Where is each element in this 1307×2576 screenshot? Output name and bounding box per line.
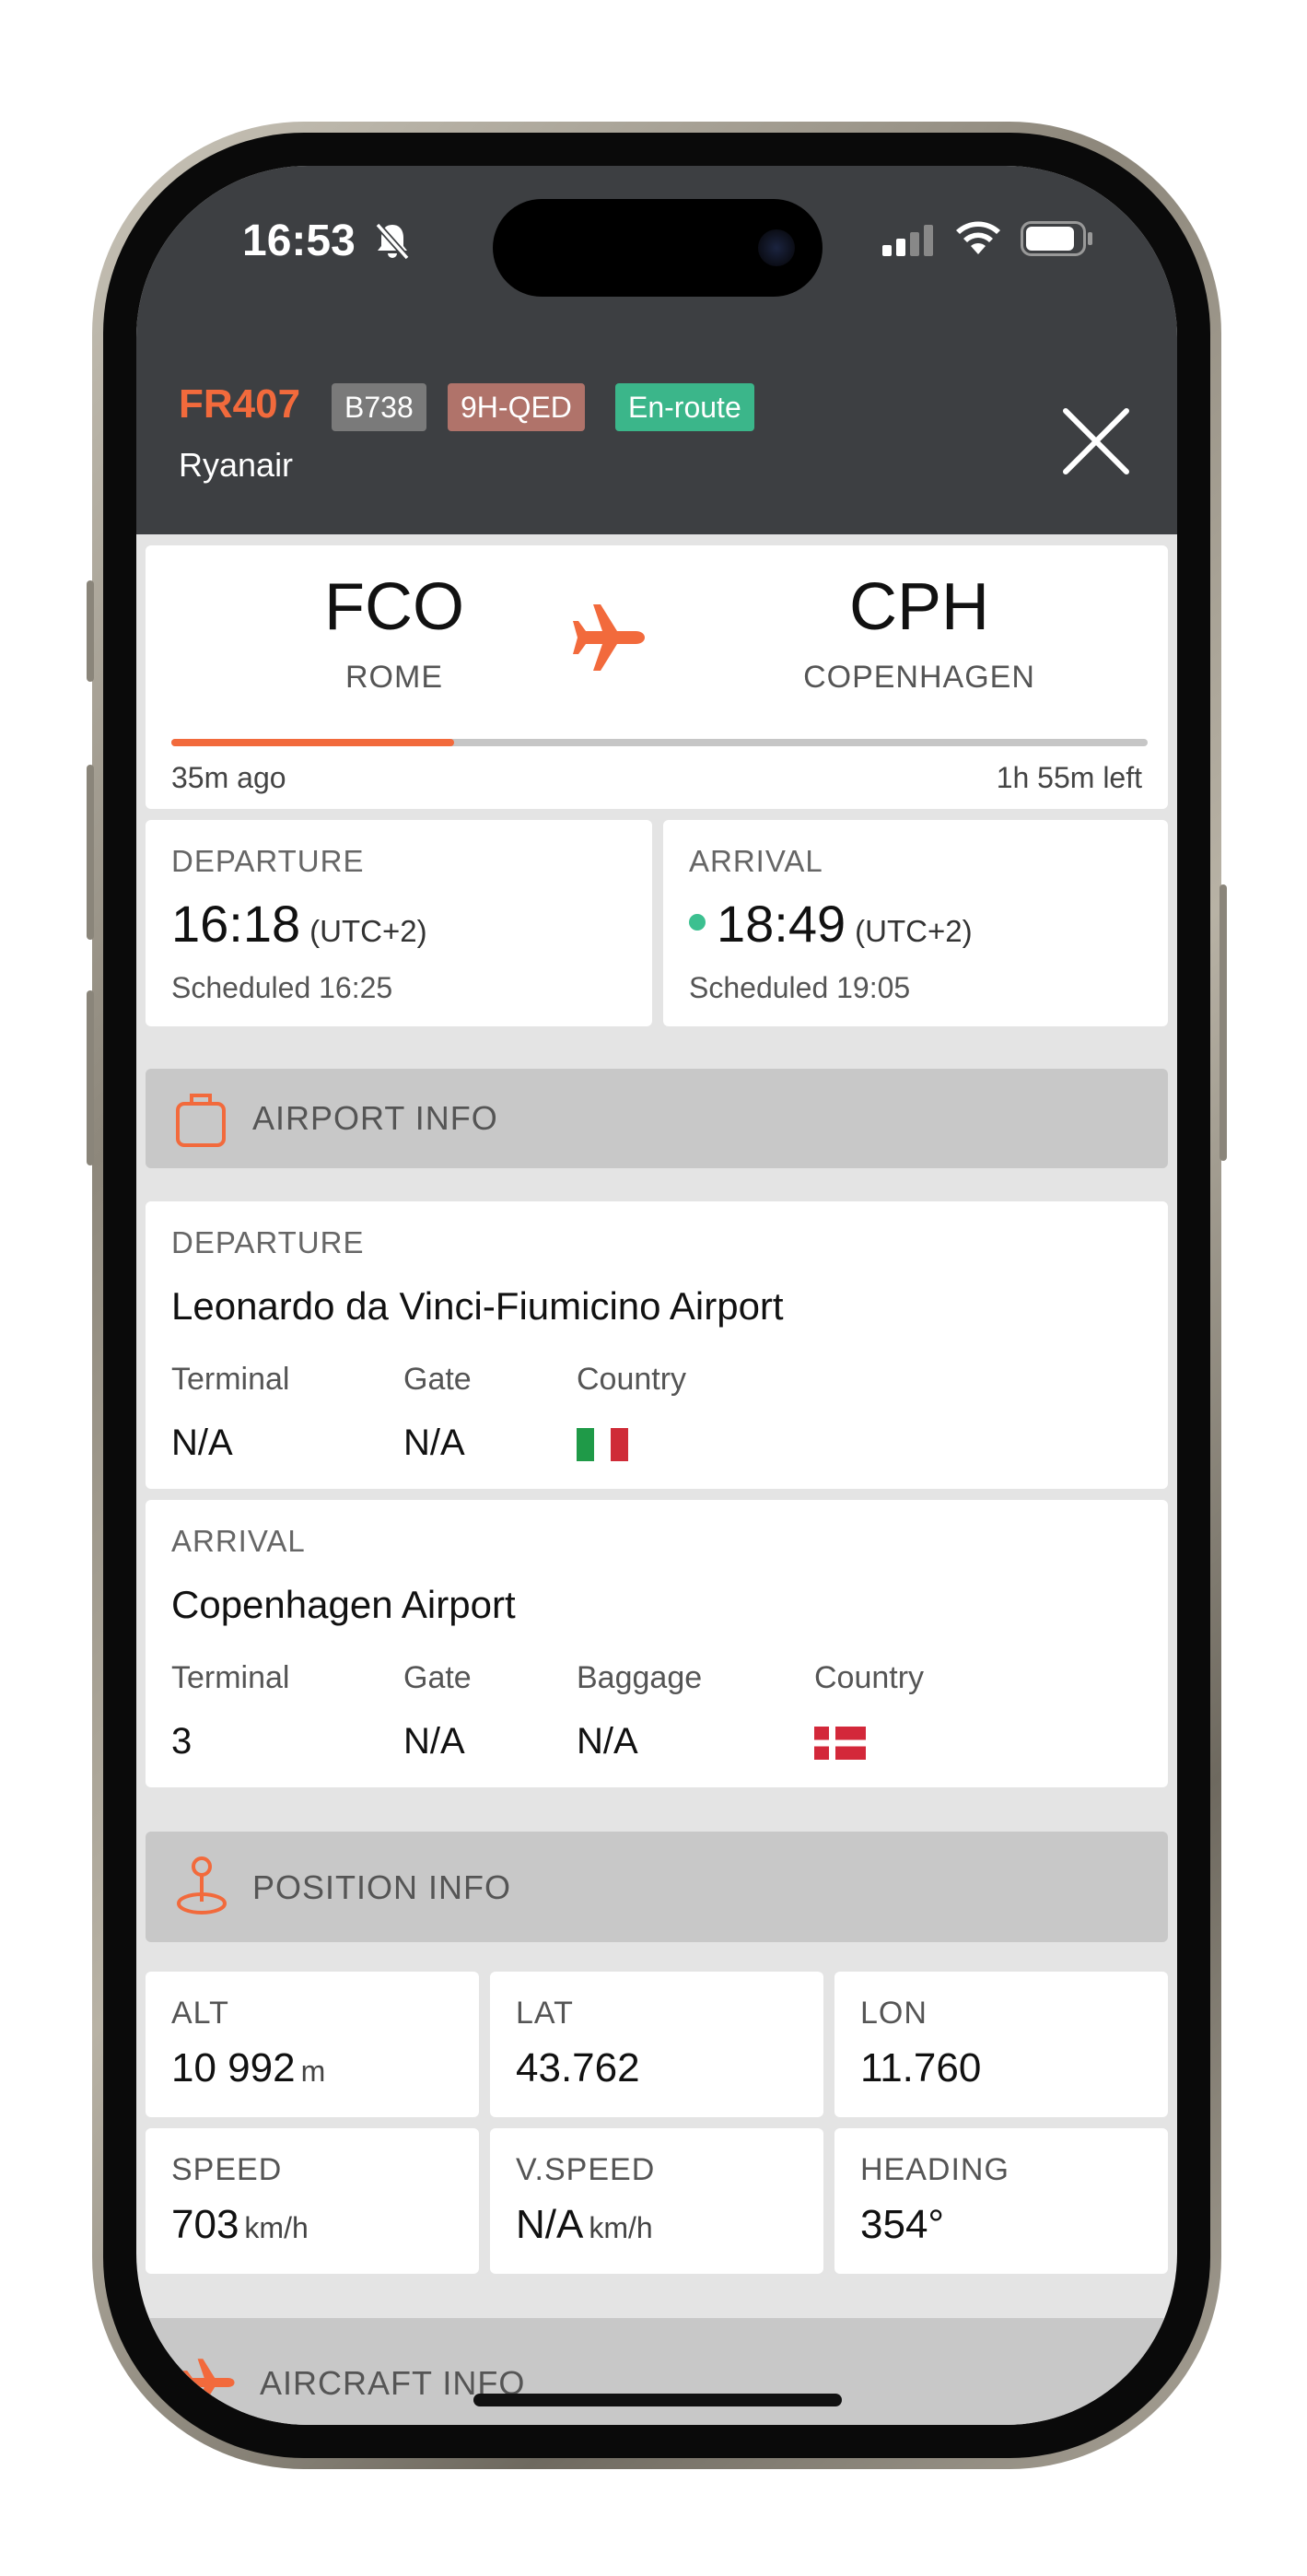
departure-time-card: DEPARTURE 16:18 (UTC+2) Scheduled 16:25 (146, 820, 652, 1026)
screen: 16:53 FR407 B738 9H-QED En-route Ryanair… (136, 166, 1177, 2425)
flight-progress-bar (171, 739, 1148, 746)
arrival-gate: N/A (403, 1721, 465, 1762)
speed-label: SPEED (171, 2152, 283, 2187)
airplane-icon (182, 2359, 235, 2406)
heading-value: 354° (860, 2202, 945, 2247)
departure-airport-label: DEPARTURE (171, 1225, 365, 1259)
flight-progress-fill (171, 739, 455, 746)
arrival-utc: (UTC+2) (855, 914, 973, 948)
power-button (1219, 884, 1227, 1161)
origin-code: FCO (324, 570, 464, 644)
wifi-icon (956, 221, 1000, 254)
close-icon[interactable] (1062, 407, 1130, 475)
aircraft-info-header[interactable]: AIRCRAFT INFO (146, 2318, 1168, 2425)
heading-card: HEADING 354° (834, 2128, 1168, 2274)
arrival-baggage-label: Baggage (577, 1660, 703, 1695)
destination-city: COPENHAGEN (803, 660, 1035, 695)
origin-city: ROME (345, 660, 443, 695)
arrival-country-label: Country (814, 1660, 925, 1695)
departure-gate: N/A (403, 1423, 465, 1463)
cellular-signal-icon (882, 225, 933, 256)
altitude-value: 10 992 m (171, 2045, 325, 2091)
status-time: 16:53 (242, 217, 356, 265)
airport-info-header[interactable]: AIRPORT INFO (146, 1069, 1168, 1168)
arrival-airport-label: ARRIVAL (171, 1524, 306, 1558)
aircraft-type-badge: B738 (332, 383, 426, 431)
status-badge: En-route (615, 383, 754, 431)
arrival-airport-card: ARRIVAL Copenhagen Airport Terminal 3 Ga… (146, 1500, 1168, 1787)
location-pin-icon (177, 1856, 227, 1914)
departure-label: DEPARTURE (171, 844, 365, 878)
route-card: FCO ROME CPH COPENHAGEN 35m ago 1h 55m l… (146, 545, 1168, 809)
elapsed-time: 35m ago (171, 761, 286, 794)
departure-time: 16:18 (UTC+2) (171, 894, 427, 954)
vertical-speed-unit: km/h (589, 2211, 653, 2244)
status-bar: 16:53 (136, 166, 1177, 350)
vertical-speed-card: V.SPEED N/A km/h (490, 2128, 823, 2274)
speed-unit: km/h (244, 2211, 309, 2244)
speed-value: 703 km/h (171, 2202, 309, 2248)
altitude-card: ALT 10 992 m (146, 1972, 479, 2117)
remaining-time: 1h 55m left (996, 761, 1142, 794)
flight-header: FR407 B738 9H-QED En-route Ryanair (136, 350, 1177, 534)
arrival-gate-label: Gate (403, 1660, 472, 1695)
arrival-baggage: N/A (577, 1721, 638, 1762)
speed-card: SPEED 703 km/h (146, 2128, 479, 2274)
departure-scheduled: Scheduled 16:25 (171, 971, 393, 1004)
latitude-card: LAT 43.762 (490, 1972, 823, 2117)
vertical-speed-number: N/A (516, 2202, 584, 2247)
position-info-title: POSITION INFO (252, 1868, 512, 1906)
arrival-scheduled: Scheduled 19:05 (689, 971, 911, 1004)
altitude-unit: m (300, 2055, 326, 2088)
arrival-airport-name: Copenhagen Airport (171, 1583, 516, 1626)
plane-icon (573, 604, 645, 671)
home-indicator[interactable] (473, 2394, 842, 2406)
vertical-speed-label: V.SPEED (516, 2152, 656, 2187)
latitude-label: LAT (516, 1996, 574, 2031)
arrival-time: 18:49 (UTC+2) (689, 894, 973, 954)
action-button (87, 580, 94, 682)
arrival-terminal-label: Terminal (171, 1660, 290, 1695)
longitude-card: LON 11.760 (834, 1972, 1168, 2117)
departure-terminal: N/A (171, 1423, 233, 1463)
battery-icon (1021, 221, 1092, 256)
vertical-speed-value: N/A km/h (516, 2202, 653, 2248)
speed-number: 703 (171, 2202, 239, 2247)
flight-number: FR407 (179, 381, 301, 427)
camera-icon (758, 229, 795, 266)
departure-utc: (UTC+2) (309, 914, 427, 948)
bell-muted-icon (375, 222, 410, 260)
denmark-flag-icon (814, 1727, 866, 1760)
volume-up-button (87, 765, 94, 940)
dynamic-island (493, 199, 823, 297)
latitude-value: 43.762 (516, 2045, 640, 2090)
arrival-time-card: ARRIVAL 18:49 (UTC+2) Scheduled 19:05 (663, 820, 1168, 1026)
position-info-header[interactable]: POSITION INFO (146, 1832, 1168, 1942)
altitude-label: ALT (171, 1996, 229, 2031)
departure-terminal-label: Terminal (171, 1362, 290, 1397)
departure-airport-card: DEPARTURE Leonardo da Vinci-Fiumicino Ai… (146, 1201, 1168, 1489)
arrival-time-value: 18:49 (717, 895, 846, 953)
longitude-value: 11.760 (860, 2045, 982, 2090)
departure-country-label: Country (577, 1362, 687, 1397)
departure-gate-label: Gate (403, 1362, 472, 1397)
airline-name: Ryanair (179, 446, 294, 484)
destination-code: CPH (848, 570, 989, 644)
departure-airport-name: Leonardo da Vinci-Fiumicino Airport (171, 1284, 784, 1328)
longitude-label: LON (860, 1996, 928, 2031)
arrival-terminal: 3 (171, 1721, 193, 1762)
departure-time-value: 16:18 (171, 895, 301, 953)
heading-label: HEADING (860, 2152, 1009, 2187)
altitude-number: 10 992 (171, 2045, 296, 2090)
airport-info-title: AIRPORT INFO (252, 1099, 498, 1137)
volume-down-button (87, 990, 94, 1165)
registration-badge: 9H-QED (448, 383, 585, 431)
italy-flag-icon (577, 1428, 628, 1461)
live-status-dot (689, 914, 706, 931)
luggage-icon (176, 1094, 226, 1147)
arrival-label: ARRIVAL (689, 844, 823, 878)
